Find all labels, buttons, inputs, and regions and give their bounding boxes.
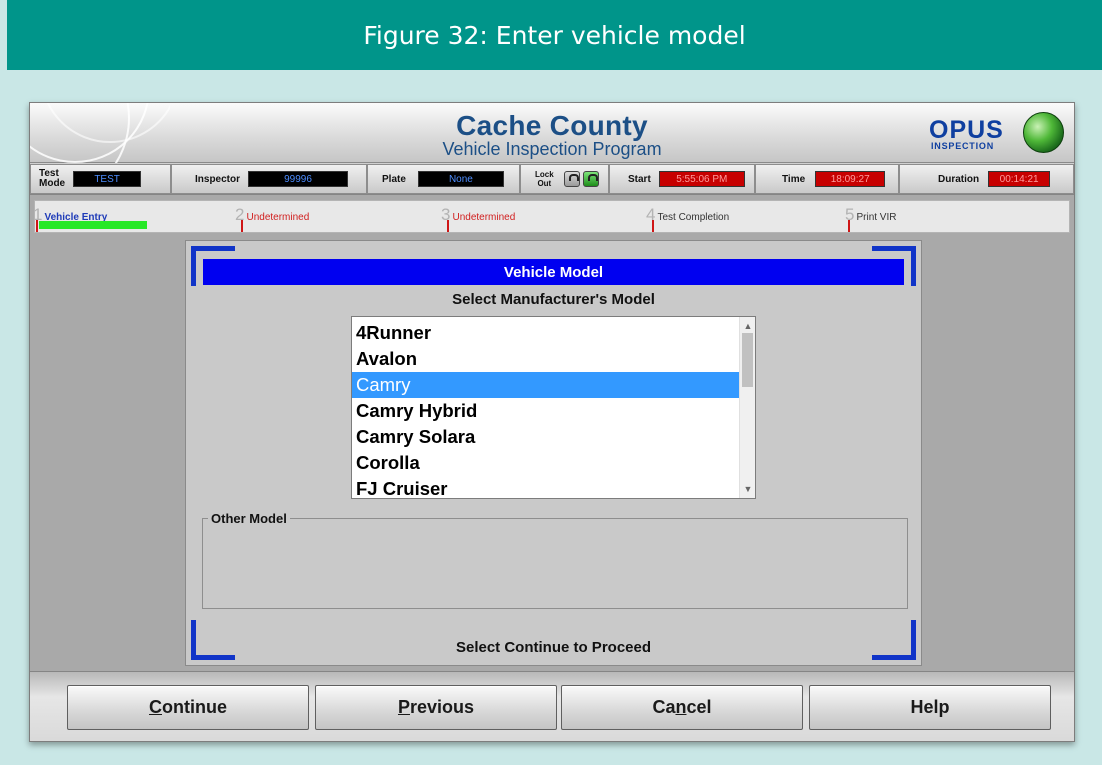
step-label: Print VIR [856, 212, 897, 223]
inspector-value: 99996 [248, 171, 349, 187]
app-banner: Cache County Vehicle Inspection Program … [30, 103, 1074, 163]
step-tick [652, 220, 654, 232]
time-value: 18:09:27 [815, 171, 886, 187]
step-test-completion: 4 Test Completion [646, 205, 729, 225]
cancel-label-pre: Ca [652, 697, 676, 717]
step-number: 4 [646, 205, 656, 224]
panel-instruction: Select Manufacturer's Model [452, 291, 655, 308]
status-inspector: Inspector 99996 [171, 164, 367, 194]
cancel-label: cel [686, 697, 712, 717]
status-bar: Test Mode TEST Inspector 99996 Plate Non… [30, 163, 1074, 195]
lock-out-label-line2: Out [537, 179, 552, 188]
step-label: Undetermined [452, 212, 516, 223]
panel-footer-instruction: Select Continue to Proceed [455, 639, 652, 656]
unlock-icon[interactable] [582, 171, 599, 187]
test-mode-label-line2: Mode [39, 178, 66, 189]
step-tick [848, 220, 850, 232]
inspector-label: Inspector [195, 173, 241, 185]
lock-icon[interactable] [563, 171, 580, 187]
help-button[interactable]: Help [809, 685, 1051, 730]
help-label: Help [910, 697, 950, 717]
opus-logo: OPUS INSPECTION [926, 111, 1066, 155]
plate-value: None [417, 171, 504, 187]
program-subtitle: Vehicle Inspection Program [442, 139, 662, 159]
duration-label: Duration [938, 173, 980, 185]
other-model-label: Other Model [208, 511, 290, 526]
status-lock-out: Lock Out [520, 164, 609, 194]
scroll-up-icon[interactable]: ▲ [740, 319, 756, 333]
scroll-thumb[interactable] [742, 333, 753, 387]
step-3: 3 Undetermined [441, 205, 515, 225]
model-option[interactable]: Corolla [352, 450, 740, 476]
figure-caption-bar: Figure 32: Enter vehicle model [7, 0, 1102, 70]
step-tick [241, 220, 243, 232]
status-test-mode: Test Mode TEST [30, 164, 171, 194]
lock-out-label-line1: Lock [535, 170, 554, 179]
previous-mnemonic: P [397, 697, 410, 717]
model-option[interactable]: Avalon [352, 346, 740, 372]
model-option[interactable]: Camry Hybrid [352, 398, 740, 424]
progress-steps: 1 Vehicle Entry 2 Undetermined 3 Undeter… [33, 200, 1070, 233]
button-bar: Continue Previous Ca n cel Help [30, 671, 1074, 741]
plate-label: Plate [382, 173, 406, 185]
duration-value: 00:14:21 [988, 171, 1051, 187]
cancel-mnemonic: n [675, 697, 687, 717]
continue-label: ontinue [162, 697, 227, 717]
step-print-vir: 5 Print VIR [845, 205, 896, 225]
step-tick [36, 220, 38, 232]
panel-title: Vehicle Model [203, 259, 904, 285]
cancel-button[interactable]: Ca n cel [561, 685, 803, 730]
status-plate: Plate None [367, 164, 520, 194]
previous-button[interactable]: Previous [315, 685, 557, 730]
status-time: Time 18:09:27 [755, 164, 899, 194]
start-label: Start [628, 173, 651, 185]
model-option[interactable]: Camry Solara [352, 424, 740, 450]
status-duration: Duration 00:14:21 [899, 164, 1074, 194]
model-listbox[interactable]: 4Runner Avalon Camry Camry Hybrid Camry Sola… [351, 316, 756, 499]
previous-label: revious [409, 697, 475, 717]
listbox-scrollbar[interactable]: ▲ ▼ [739, 317, 755, 498]
step-number: 2 [235, 205, 245, 224]
test-mode-value: TEST [73, 171, 142, 187]
opus-logo-sub: INSPECTION [931, 141, 995, 151]
program-title: Cache County [456, 110, 648, 141]
continue-button[interactable]: Continue [67, 685, 309, 730]
scroll-down-icon[interactable]: ▼ [740, 482, 756, 496]
start-value: 5:55:06 PM [658, 171, 745, 187]
step-label: Undetermined [246, 212, 310, 223]
model-option[interactable]: Camry [352, 372, 740, 398]
step-2: 2 Undetermined [235, 205, 309, 225]
step-number: 3 [441, 205, 451, 224]
vehicle-model-panel: Vehicle Model Select Manufacturer's Mode… [185, 240, 922, 666]
continue-mnemonic: C [149, 697, 162, 717]
model-option[interactable]: 4Runner [352, 320, 740, 346]
step-label: Test Completion [657, 212, 730, 223]
time-label: Time [782, 173, 806, 185]
model-option[interactable]: FJ Cruiser [352, 476, 740, 502]
app-window: Cache County Vehicle Inspection Program … [29, 102, 1075, 742]
status-start: Start 5:55:06 PM [609, 164, 755, 194]
step-tick [447, 220, 449, 232]
globe-icon [1023, 112, 1064, 153]
model-list: 4Runner Avalon Camry Camry Hybrid Camry Sola… [352, 320, 740, 502]
progress-bar-fill [39, 221, 147, 229]
other-model-group[interactable]: Other Model [202, 511, 908, 609]
figure-caption: Figure 32: Enter vehicle model [363, 20, 746, 50]
